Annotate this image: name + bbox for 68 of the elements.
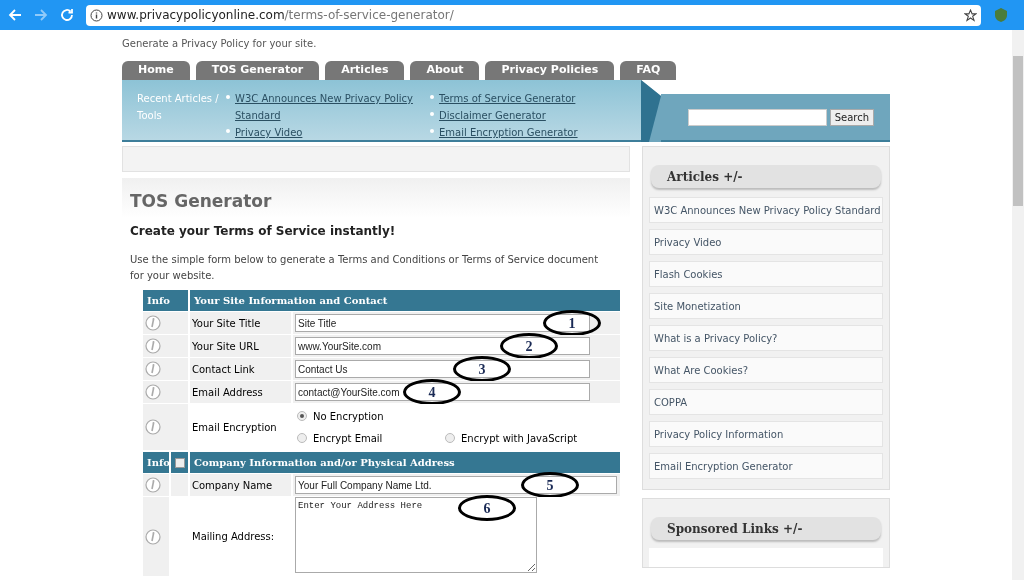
option-label: Encrypt Email xyxy=(313,431,383,446)
bullet-icon xyxy=(226,95,230,99)
info-icon[interactable] xyxy=(145,315,161,331)
info-icon[interactable] xyxy=(145,528,161,545)
column-header: Info xyxy=(143,452,169,473)
sidebar-link[interactable]: Flash Cookies xyxy=(649,261,883,287)
radio-button[interactable] xyxy=(445,433,455,443)
recent-link[interactable]: Email Encryption Generator xyxy=(439,124,578,141)
recent-link[interactable]: Disclaimer Generator xyxy=(439,107,546,124)
sidebar-link[interactable]: What Are Cookies? xyxy=(649,357,883,383)
option-label: Encrypt with JavaScript xyxy=(461,431,578,446)
field-label: Your Site Title xyxy=(190,312,291,334)
sidebar-link[interactable]: Privacy Video xyxy=(649,229,883,255)
reload-icon[interactable] xyxy=(60,8,74,22)
star-icon[interactable] xyxy=(964,8,977,22)
radio-button[interactable] xyxy=(297,433,307,443)
info-icon[interactable] xyxy=(145,477,161,493)
sidebar-link[interactable]: W3C Announces New Privacy Policy Standard xyxy=(649,197,883,223)
bullet-icon xyxy=(226,129,230,133)
sidebar-link[interactable]: Email Encryption Generator xyxy=(649,453,883,479)
sidebar-heading: Articles +/- xyxy=(651,165,881,188)
sidebar-link[interactable]: Privacy Policy Information xyxy=(649,421,883,447)
info-icon[interactable] xyxy=(145,361,161,377)
sidebar-link[interactable]: COPPA xyxy=(649,389,883,415)
column-header: Company Information and/or Physical Address xyxy=(190,452,620,473)
search-field[interactable] xyxy=(687,108,827,126)
url-text: www.privacypolicyonline.com/terms-of-service-generator/ xyxy=(107,7,454,24)
column-header: Your Site Information and Contact xyxy=(190,290,620,311)
sidebar-link[interactable]: What is a Privacy Policy? xyxy=(649,325,883,351)
field-label: Company Name xyxy=(190,474,291,496)
column-header: Info xyxy=(143,290,188,311)
field-label: Email Address xyxy=(190,381,291,403)
table-cell xyxy=(171,474,188,496)
info-icon[interactable] xyxy=(90,8,103,22)
bullet-icon xyxy=(430,129,434,133)
info-icon[interactable] xyxy=(145,384,161,400)
option-label: No Encryption xyxy=(313,409,384,424)
recent-label: Recent Articles / Tools xyxy=(136,92,220,123)
radio-button[interactable] xyxy=(297,411,307,421)
field-label: Contact Link xyxy=(190,358,291,380)
back-icon[interactable] xyxy=(8,8,22,22)
recent-link[interactable]: Privacy Video xyxy=(235,124,303,141)
annotation-oval: 6 xyxy=(458,495,516,521)
forward-icon[interactable] xyxy=(34,8,48,22)
nav-tab[interactable]: About xyxy=(410,61,480,80)
field-label: Your Site URL xyxy=(190,335,291,357)
recent-link[interactable]: W3C Announces New Privacy Policy Standard xyxy=(235,90,430,124)
page-subtitle: Create your Terms of Service instantly! xyxy=(130,223,397,240)
recent-link[interactable]: Terms of Service Generator xyxy=(439,90,576,107)
checkbox[interactable] xyxy=(174,457,185,468)
scrollbar[interactable] xyxy=(1012,30,1024,580)
address-bar[interactable]: www.privacypolicyonline.com/terms-of-service-generator/ xyxy=(86,4,981,26)
intro-text: Use the simple form below to generate a Terms and Conditions or Terms of Service document for your website. xyxy=(130,253,600,283)
page-title: TOS Generator xyxy=(130,190,273,212)
nav-tab[interactable]: FAQ xyxy=(620,61,677,80)
sidebar-heading: Sponsored Links +/- xyxy=(651,517,881,540)
nav-tab[interactable]: TOS Generator xyxy=(195,61,320,80)
nav-tab[interactable]: Articles xyxy=(325,61,405,80)
info-icon[interactable] xyxy=(145,338,161,354)
bullet-icon xyxy=(430,95,434,99)
search-button[interactable]: Search xyxy=(829,108,874,126)
site-tagline: Generate a Privacy Policy for your site. xyxy=(122,37,318,51)
extension-icon[interactable] xyxy=(993,7,1009,23)
bullet-icon xyxy=(430,112,434,116)
nav-tab[interactable]: Privacy Policies xyxy=(485,61,615,80)
nav-tab[interactable]: Home xyxy=(122,61,190,80)
info-icon[interactable] xyxy=(145,419,161,435)
sidebar-link[interactable]: Site Monetization xyxy=(649,293,883,319)
